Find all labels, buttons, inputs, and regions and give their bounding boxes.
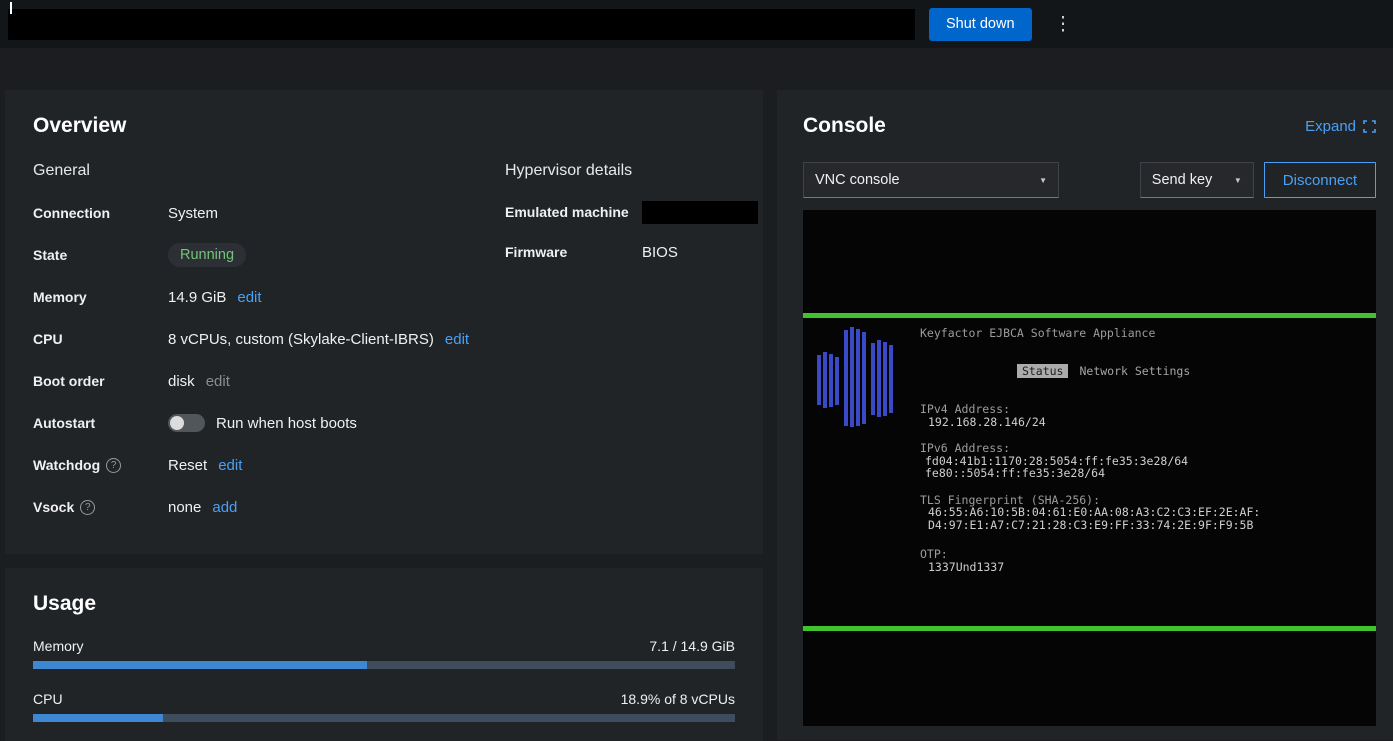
usage-title: Usage	[33, 592, 735, 616]
overview-card: Overview General Connection System State…	[5, 90, 763, 554]
general-heading: General	[33, 162, 505, 180]
connection-row: Connection System	[33, 192, 505, 234]
autostart-row: Autostart Run when host boots	[33, 402, 505, 444]
ipv6-label: IPv6 Address:	[920, 442, 1376, 455]
vsock-add-link[interactable]: add	[212, 499, 237, 516]
vnc-screen[interactable]: Keyfactor EJBCA Software Appliance Statu…	[803, 210, 1376, 726]
disconnect-button[interactable]: Disconnect	[1264, 162, 1376, 198]
send-key-label: Send key	[1152, 172, 1212, 188]
console-toolbar: VNC console ▼ Send key ▼ Disconnect	[803, 162, 1376, 198]
boot-order-row: Boot order disk edit	[33, 360, 505, 402]
memory-usage-row: Memory 7.1 / 14.9 GiB	[33, 638, 735, 669]
appliance-logo	[817, 325, 893, 429]
connection-value: System	[168, 205, 218, 222]
redacted-emulated-machine-value	[642, 201, 758, 224]
boot-order-edit-link-disabled: edit	[206, 373, 230, 390]
firmware-row: Firmware BIOS	[505, 232, 758, 272]
tls-fingerprint-value-2: D4:97:E1:A7:C7:21:28:C3:E9:FF:33:74:2E:9…	[920, 519, 1376, 532]
watchdog-value: Reset	[168, 457, 207, 474]
vsock-help-icon[interactable]: ?	[80, 500, 95, 515]
state-row: State Running	[33, 234, 505, 276]
vnc-letterbox-top	[803, 210, 1376, 313]
cpu-usage-progressbar	[33, 714, 735, 722]
emulated-machine-label: Emulated machine	[505, 204, 642, 220]
vnc-network-settings-tab: Network Settings	[1079, 364, 1190, 378]
console-type-selected-value: VNC console	[815, 172, 900, 188]
hypervisor-heading: Hypervisor details	[505, 162, 758, 180]
watchdog-row: Watchdog ? Reset edit	[33, 444, 505, 486]
vnc-framebuffer: Keyfactor EJBCA Software Appliance Statu…	[803, 318, 1376, 626]
stray-caret	[10, 2, 12, 14]
cpu-value: 8 vCPUs, custom (Skylake-Client-IBRS)	[168, 331, 434, 348]
memory-value: 14.9 GiB	[168, 289, 226, 306]
cpu-usage-label: CPU	[33, 691, 63, 707]
boot-order-label: Boot order	[33, 373, 168, 389]
watchdog-label: Watchdog	[33, 457, 100, 473]
toggle-knob	[170, 416, 184, 430]
ipv4-label: IPv4 Address:	[920, 403, 1376, 416]
boot-order-value: disk	[168, 373, 195, 390]
firmware-label: Firmware	[505, 244, 642, 260]
memory-label: Memory	[33, 289, 168, 305]
otp-value: 1337Und1337	[920, 561, 1376, 574]
general-column: General Connection System State Running …	[33, 162, 505, 528]
cpu-usage-row: CPU 18.9% of 8 vCPUs	[33, 691, 735, 722]
firmware-value: BIOS	[642, 244, 678, 261]
autostart-toggle[interactable]	[168, 414, 205, 432]
connection-label: Connection	[33, 205, 168, 221]
memory-edit-link[interactable]: edit	[237, 289, 261, 306]
chevron-down-icon: ▼	[1234, 176, 1242, 185]
usage-card: Usage Memory 7.1 / 14.9 GiB CPU 18.9% of…	[5, 568, 763, 741]
main-content: Overview General Connection System State…	[0, 48, 1393, 741]
memory-usage-progress-fill	[33, 661, 367, 669]
left-column: Overview General Connection System State…	[5, 90, 763, 741]
autostart-label: Autostart	[33, 415, 168, 431]
vsock-value: none	[168, 499, 201, 516]
redacted-vm-title	[8, 9, 915, 40]
hypervisor-column: Hypervisor details Emulated machine Firm…	[505, 162, 758, 528]
autostart-toggle-label: Run when host boots	[216, 415, 357, 432]
shutdown-button[interactable]: Shut down	[929, 8, 1032, 41]
tls-fingerprint-value-1: 46:55:A6:10:5B:04:61:E0:AA:08:A3:C2:C3:E…	[920, 506, 1376, 519]
memory-usage-progressbar	[33, 661, 735, 669]
expand-console-link[interactable]: Expand	[1305, 118, 1376, 135]
console-title: Console	[803, 114, 886, 138]
memory-usage-label: Memory	[33, 638, 84, 654]
vsock-row: Vsock ? none add	[33, 486, 505, 528]
cpu-label: CPU	[33, 331, 168, 347]
cpu-usage-value: 18.9% of 8 vCPUs	[621, 691, 735, 707]
state-badge: Running	[168, 243, 246, 267]
cpu-row: CPU 8 vCPUs, custom (Skylake-Client-IBRS…	[33, 318, 505, 360]
send-key-dropdown[interactable]: Send key ▼	[1140, 162, 1254, 198]
vm-details-page: Shut down ⋮ Overview General Connection …	[0, 0, 1393, 741]
watchdog-help-icon[interactable]: ?	[106, 458, 121, 473]
expand-icon	[1363, 120, 1376, 133]
watchdog-edit-link[interactable]: edit	[218, 457, 242, 474]
state-label: State	[33, 247, 168, 263]
chevron-down-icon: ▼	[1039, 176, 1047, 185]
otp-label: OTP:	[920, 548, 1376, 561]
ipv4-value: 192.168.28.146/24	[920, 416, 1376, 429]
kebab-menu-icon[interactable]: ⋮	[1046, 13, 1081, 36]
overview-title: Overview	[33, 114, 735, 138]
console-card: Console Expand VNC console ▼ Send key ▼	[777, 90, 1393, 740]
appliance-title-text: Keyfactor EJBCA Software Appliance	[920, 327, 1376, 340]
masthead: Shut down ⋮	[0, 0, 1393, 48]
console-type-select[interactable]: VNC console ▼	[803, 162, 1059, 198]
cpu-usage-progress-fill	[33, 714, 163, 722]
vsock-label: Vsock	[33, 499, 74, 515]
ipv6-value-2: fe80::5054:ff:fe35:3e28/64	[920, 467, 1376, 480]
vnc-status-tab: Status	[1017, 364, 1069, 378]
expand-label: Expand	[1305, 118, 1356, 135]
emulated-machine-row: Emulated machine	[505, 192, 758, 232]
vnc-bottom-green-bar	[803, 626, 1376, 631]
cpu-edit-link[interactable]: edit	[445, 331, 469, 348]
memory-usage-value: 7.1 / 14.9 GiB	[649, 638, 735, 654]
memory-row: Memory 14.9 GiB edit	[33, 276, 505, 318]
